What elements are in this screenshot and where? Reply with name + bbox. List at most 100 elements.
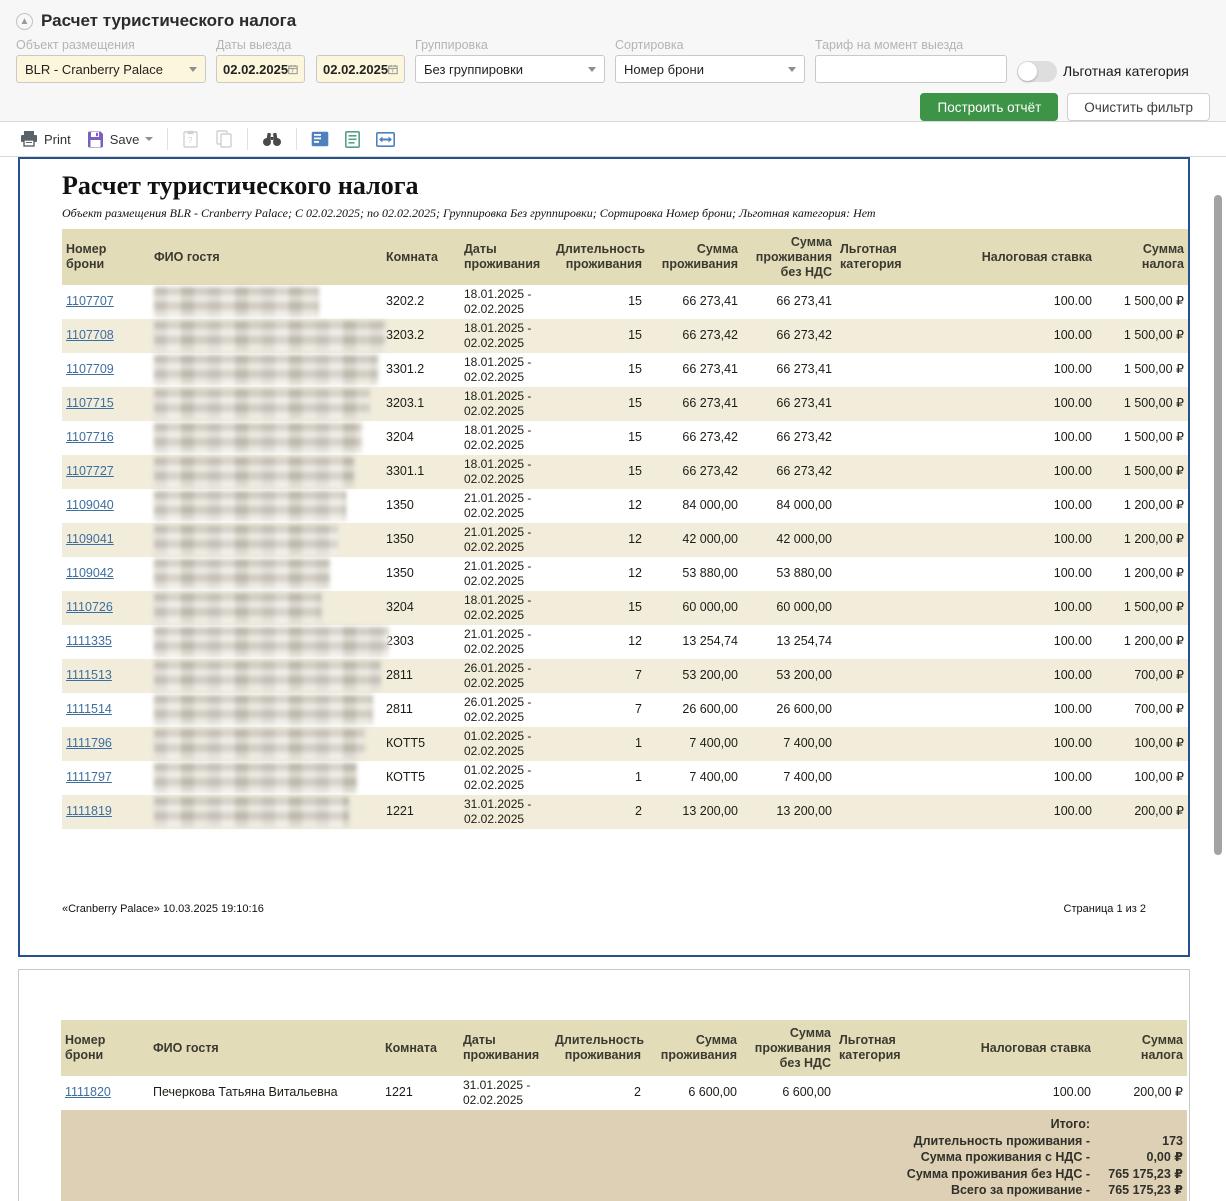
column-header: Комната <box>382 229 460 285</box>
column-header: Льготная категория <box>835 1020 955 1076</box>
document-map-button[interactable] <box>337 127 368 152</box>
toolbar-separator <box>167 128 168 150</box>
discount-category-toggle[interactable] <box>1017 61 1057 82</box>
vertical-scrollbar[interactable] <box>1214 195 1222 855</box>
property-select[interactable]: BLR - Cranberry Palace <box>16 55 206 83</box>
booking-link[interactable]: 1107715 <box>66 396 114 410</box>
search-button[interactable] <box>254 127 290 151</box>
stay-sum: 6 600,00 <box>645 1076 741 1110</box>
booking-link[interactable]: 1107716 <box>66 430 114 444</box>
clear-filter-button[interactable]: Очистить фильтр <box>1067 93 1210 121</box>
stay-sum: 13 254,74 <box>646 625 742 659</box>
stay-sum: 66 273,41 <box>646 285 742 319</box>
booking-link[interactable]: 1111513 <box>66 668 112 682</box>
tax-sum: 1 500,00 ₽ <box>1096 591 1188 625</box>
save-button[interactable]: Save <box>79 127 162 152</box>
room: 1350 <box>382 489 460 523</box>
tax-rate: 100.00 <box>956 285 1096 319</box>
booking-link[interactable]: 1111797 <box>66 770 112 784</box>
stay-sum: 66 273,42 <box>646 455 742 489</box>
tax-rate: 100.00 <box>956 421 1096 455</box>
stay-sum-no-vat: 84 000,00 <box>742 489 836 523</box>
discount-category <box>836 523 956 557</box>
print-button[interactable]: Print <box>12 126 79 152</box>
page-title: Расчет туристического налога <box>41 11 296 31</box>
totals-label: Сумма проживания с НДС - <box>921 1149 1090 1166</box>
booking-link[interactable]: 1107708 <box>66 328 114 342</box>
stay-dates: 18.01.2025 - 02.02.2025 <box>460 353 552 387</box>
room: 3202.2 <box>382 285 460 319</box>
tax-rate: 100.00 <box>956 727 1096 761</box>
table-row: 1111797КОТТ501.02.2025 - 02.02.202517 40… <box>62 761 1188 795</box>
guest-name-redacted <box>154 423 362 453</box>
printer-icon <box>20 130 38 148</box>
room: 1221 <box>381 1076 459 1110</box>
column-header: Сумма проживания <box>645 1020 741 1076</box>
booking-link[interactable]: 1111819 <box>66 804 112 818</box>
table-row: 1109041135021.01.2025 - 02.02.20251242 0… <box>62 523 1188 557</box>
guest-name-redacted <box>154 321 386 351</box>
stay-sum: 53 200,00 <box>646 659 742 693</box>
date-from-input[interactable]: 02.02.2025 7 <box>216 55 305 83</box>
discount-category-toggle-wrap: Льготная категория <box>1017 59 1189 83</box>
booking-link[interactable]: 1110726 <box>66 600 113 614</box>
booking-link[interactable]: 1109040 <box>66 498 114 512</box>
booking-link[interactable]: 1111796 <box>66 736 112 750</box>
stay-sum-no-vat: 7 400,00 <box>742 761 836 795</box>
nights: 15 <box>552 319 646 353</box>
guest-name-redacted <box>154 287 319 317</box>
nights: 12 <box>552 557 646 591</box>
booking-link[interactable]: 1111514 <box>66 702 112 716</box>
tariff-input[interactable] <box>815 55 1007 83</box>
column-header: Номер брони <box>61 1020 149 1076</box>
booking-link[interactable]: 1109041 <box>66 532 114 546</box>
tax-rate: 100.00 <box>956 761 1096 795</box>
booking-link[interactable]: 1111820 <box>65 1085 111 1099</box>
room: 3204 <box>382 591 460 625</box>
stay-dates: 18.01.2025 - 02.02.2025 <box>460 591 552 625</box>
stay-dates: 18.01.2025 - 02.02.2025 <box>460 319 552 353</box>
date-to-input[interactable]: 02.02.2025 7 <box>316 55 405 83</box>
stay-sum: 7 400,00 <box>646 761 742 795</box>
guest-name-redacted <box>154 491 346 521</box>
report-timestamp: «Cranberry Palace» 10.03.2025 19:10:16 <box>62 903 264 915</box>
tax-sum: 200,00 ₽ <box>1096 795 1188 829</box>
sorting-field: Сортировка Номер брони <box>615 38 805 83</box>
totals-line: Сумма проживания без НДС -765 175,23 ₽ <box>65 1166 1183 1183</box>
stay-dates: 31.01.2025 - 02.02.2025 <box>459 1076 551 1110</box>
parameters-panel-icon <box>311 131 329 147</box>
tax-rate: 100.00 <box>956 795 1096 829</box>
fit-width-button[interactable] <box>368 128 403 151</box>
booking-link[interactable]: 1111335 <box>66 634 112 648</box>
booking-link[interactable]: 1107707 <box>66 294 114 308</box>
booking-link[interactable]: 1109042 <box>66 566 114 580</box>
stay-dates: 18.01.2025 - 02.02.2025 <box>460 455 552 489</box>
table-row: 1111513281126.01.2025 - 02.02.2025753 20… <box>62 659 1188 693</box>
tax-sum: 1 500,00 ₽ <box>1096 455 1188 489</box>
booking-link[interactable]: 1107709 <box>66 362 114 376</box>
sorting-select[interactable]: Номер брони <box>615 55 805 83</box>
grouping-select[interactable]: Без группировки <box>415 55 605 83</box>
stay-sum-no-vat: 66 273,42 <box>742 421 836 455</box>
table-row: 11077273301.118.01.2025 - 02.02.20251566… <box>62 455 1188 489</box>
date-from-value: 02.02.2025 <box>223 62 288 77</box>
column-header: Налоговая ставка <box>955 1020 1095 1076</box>
build-report-button[interactable]: Построить отчёт <box>920 93 1058 121</box>
save-label: Save <box>110 132 140 147</box>
nights: 7 <box>552 693 646 727</box>
stay-sum: 66 273,41 <box>646 353 742 387</box>
sorting-label: Сортировка <box>615 38 805 55</box>
guest-name-redacted <box>154 797 349 827</box>
copy-button[interactable] <box>207 126 241 152</box>
stay-sum-no-vat: 60 000,00 <box>742 591 836 625</box>
tax-rate: 100.00 <box>956 387 1096 421</box>
date-to-value: 02.02.2025 <box>323 62 388 77</box>
collapse-panel-icon[interactable]: ▲ <box>16 13 33 30</box>
paste-button[interactable]: ? <box>174 126 207 152</box>
fit-width-icon <box>376 132 395 147</box>
parameters-panel-button[interactable] <box>303 127 337 151</box>
report-page-2: Номер брониФИО гостяКомнатаДаты проживан… <box>18 969 1190 1201</box>
discount-category <box>836 659 956 693</box>
booking-link[interactable]: 1107727 <box>66 464 114 478</box>
totals-block: Итого: Длительность проживания -173Сумма… <box>61 1110 1187 1201</box>
